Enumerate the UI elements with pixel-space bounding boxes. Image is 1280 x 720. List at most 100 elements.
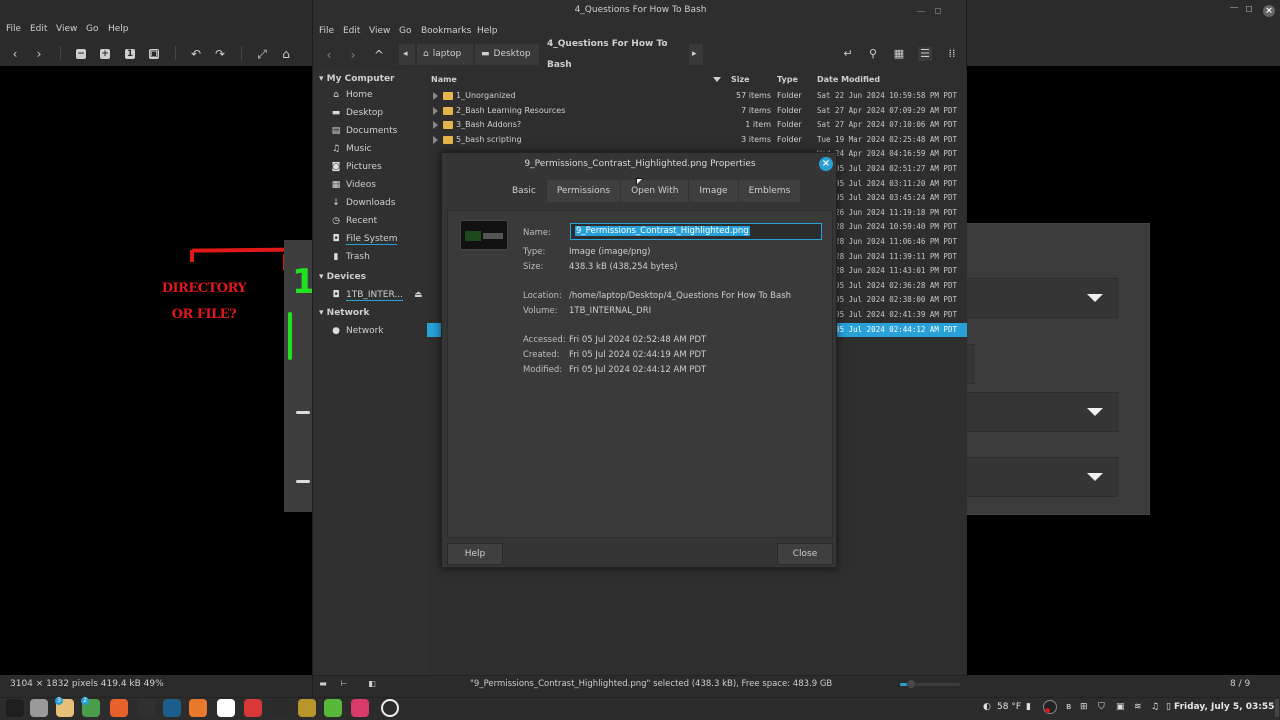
breadcrumb-right-arrow[interactable]: ▸ bbox=[689, 44, 703, 65]
taskbar-app-keys[interactable] bbox=[324, 699, 342, 717]
previous-icon[interactable]: ‹ bbox=[7, 46, 23, 62]
expander-icon[interactable] bbox=[433, 106, 438, 115]
taskbar-app-clapper[interactable] bbox=[271, 699, 289, 717]
fullscreen-icon[interactable]: ⤢ bbox=[254, 46, 270, 62]
list-view-icon[interactable]: ☰ bbox=[918, 47, 932, 61]
battery-icon[interactable]: ▯ bbox=[1166, 702, 1171, 712]
column-type[interactable]: Type bbox=[777, 75, 798, 84]
zoom-out-icon[interactable]: − bbox=[73, 46, 89, 62]
menu-file[interactable]: File bbox=[319, 26, 334, 36]
file-row[interactable]: 3_Bash Addons? 1 item Folder Sat 27 Apr 202… bbox=[427, 118, 967, 133]
music-icon[interactable]: ♫ bbox=[1151, 702, 1159, 712]
column-size[interactable]: Size bbox=[731, 75, 750, 84]
sidebar-item-network[interactable]: ● Network bbox=[331, 324, 384, 338]
sidebar-item-recent[interactable]: ◷ Recent bbox=[331, 214, 377, 228]
eject-icon[interactable]: ⏏ bbox=[414, 290, 423, 300]
file-row[interactable]: 1_Unorganized 57 items Folder Sat 22 Jun 20… bbox=[427, 89, 967, 104]
minimize-icon[interactable] bbox=[1230, 7, 1238, 8]
up-icon[interactable]: ^ bbox=[371, 47, 387, 63]
slideshow-icon[interactable]: ⌂ bbox=[278, 46, 294, 62]
minimize-icon[interactable] bbox=[917, 11, 925, 12]
taskbar-app-sync[interactable] bbox=[298, 699, 316, 717]
taskbar-app-firefox[interactable] bbox=[110, 699, 128, 717]
hide-sidebar-icon[interactable]: ◧ bbox=[365, 678, 379, 690]
sidebar-item-1tb-inter[interactable]: ◘ 1TB_INTER... ⏏ bbox=[331, 288, 423, 302]
icon-view-icon[interactable]: ▦ bbox=[892, 47, 906, 61]
show-places-icon[interactable]: ▬ bbox=[316, 678, 330, 690]
taskbar-app-gimp-like[interactable] bbox=[244, 699, 262, 717]
tab-emblems[interactable]: Emblems bbox=[738, 180, 802, 202]
zoom-fit-icon[interactable]: ▣ bbox=[146, 46, 162, 62]
menu-view[interactable]: View bbox=[369, 26, 390, 36]
sidebar-item-downloads[interactable]: ↓ Downloads bbox=[331, 196, 395, 210]
expander-icon[interactable] bbox=[433, 135, 438, 144]
expander-icon[interactable] bbox=[433, 121, 438, 130]
viewer-menu-file[interactable]: File bbox=[6, 24, 21, 38]
rotate-right-icon[interactable]: ↷ bbox=[212, 46, 228, 62]
maximize-icon[interactable] bbox=[935, 8, 941, 14]
bluetooth-icon[interactable]: ʙ bbox=[1066, 702, 1071, 712]
obs-tray-icon[interactable] bbox=[1043, 700, 1057, 714]
sidebar-item-videos[interactable]: ▦ Videos bbox=[331, 178, 376, 192]
maximize-icon[interactable] bbox=[1246, 6, 1252, 12]
menu-edit[interactable]: Edit bbox=[343, 26, 360, 36]
name-input[interactable]: 9_Permissions_Contrast_Highlighted.png bbox=[570, 223, 822, 240]
forward-icon[interactable]: › bbox=[345, 47, 361, 63]
taskbar-app-terminal[interactable] bbox=[6, 699, 24, 717]
taskbar-app-vscode[interactable] bbox=[217, 699, 235, 717]
file-row[interactable]: 2_Bash Learning Resources 7 items Folder Sa… bbox=[427, 104, 967, 119]
clipboard-icon[interactable]: ⊞ bbox=[1080, 702, 1088, 712]
sidebar-item-file-system[interactable]: ◘ File System bbox=[331, 232, 398, 246]
sidebar-section-network[interactable]: ▾ Network bbox=[319, 308, 370, 318]
breadcrumb-desktop[interactable]: ▬ Desktop bbox=[475, 44, 539, 65]
sort-descending-icon[interactable] bbox=[713, 77, 721, 82]
back-icon[interactable]: ‹ bbox=[321, 47, 337, 63]
sidebar-item-home[interactable]: ⌂ Home bbox=[331, 88, 372, 102]
close-icon[interactable]: × bbox=[1263, 5, 1275, 17]
show-treeview-icon[interactable]: ⊢ bbox=[337, 678, 351, 690]
menu-bookmarks[interactable]: Bookmarks bbox=[421, 26, 471, 36]
show-desktop-button[interactable] bbox=[1275, 699, 1279, 717]
column-name[interactable]: Name bbox=[431, 75, 457, 84]
trash-icon[interactable]: ▮ bbox=[1026, 702, 1031, 712]
breadcrumb-current[interactable]: 4_Questions For How To Bash bbox=[541, 39, 687, 70]
weather-temp[interactable]: 58 °F bbox=[997, 702, 1021, 712]
tab-open-with[interactable]: Open With bbox=[621, 180, 690, 202]
taskbar-app-steam[interactable] bbox=[163, 699, 181, 717]
menu-help[interactable]: Help bbox=[477, 26, 498, 36]
breadcrumb-laptop[interactable]: ⌂ laptop bbox=[417, 44, 473, 65]
sidebar-item-trash[interactable]: ▮ Trash bbox=[331, 250, 370, 264]
sidebar-item-desktop[interactable]: ▬ Desktop bbox=[331, 106, 383, 120]
dialog-close-icon[interactable]: × bbox=[819, 157, 833, 171]
breadcrumb-left-arrow[interactable]: ◂ bbox=[399, 44, 415, 65]
sidebar-item-pictures[interactable]: ◙ Pictures bbox=[331, 160, 382, 174]
file-row[interactable]: 5_bash scripting 3 items Folder Tue 19 Mar … bbox=[427, 133, 967, 148]
taskbar-app-mint-menu[interactable] bbox=[381, 699, 399, 717]
close-button[interactable]: Close bbox=[777, 543, 833, 565]
shield-icon[interactable]: ⛉ bbox=[1098, 702, 1105, 712]
zoom-normal-icon[interactable]: 1 bbox=[122, 46, 138, 62]
viewer-menu-go[interactable]: Go bbox=[86, 24, 98, 38]
help-button[interactable]: Help bbox=[447, 543, 503, 565]
weather-icon[interactable]: ◐ bbox=[983, 702, 991, 712]
column-date-modified[interactable]: Date Modified bbox=[817, 75, 880, 84]
wifi-icon[interactable]: ≋ bbox=[1134, 702, 1142, 712]
tab-image[interactable]: Image bbox=[689, 180, 739, 202]
rotate-left-icon[interactable]: ↶ bbox=[188, 46, 204, 62]
taskbar-app-media-player[interactable] bbox=[189, 699, 207, 717]
sidebar-item-music[interactable]: ♫ Music bbox=[331, 142, 372, 156]
toggle-location-icon[interactable]: ↵ bbox=[841, 47, 855, 61]
tab-basic[interactable]: Basic bbox=[502, 180, 547, 202]
zoom-slider-handle[interactable] bbox=[907, 680, 915, 688]
viewer-menu-help[interactable]: Help bbox=[108, 24, 129, 38]
clock[interactable]: Friday, July 5, 03:55 bbox=[1174, 702, 1274, 712]
taskbar-app-image-viewer[interactable] bbox=[351, 699, 369, 717]
notes-icon[interactable]: ▣ bbox=[1116, 702, 1125, 712]
viewer-menu-edit[interactable]: Edit bbox=[30, 24, 47, 38]
compact-view-icon[interactable]: ⁞⁞ bbox=[945, 47, 959, 61]
sidebar-item-documents[interactable]: ▤ Documents bbox=[331, 124, 398, 138]
tab-permissions[interactable]: Permissions bbox=[546, 180, 622, 202]
taskbar-app-disks[interactable] bbox=[30, 699, 48, 717]
viewer-menu-view[interactable]: View bbox=[56, 24, 77, 38]
sidebar-section-my-computer[interactable]: ▾ My Computer bbox=[319, 74, 395, 84]
